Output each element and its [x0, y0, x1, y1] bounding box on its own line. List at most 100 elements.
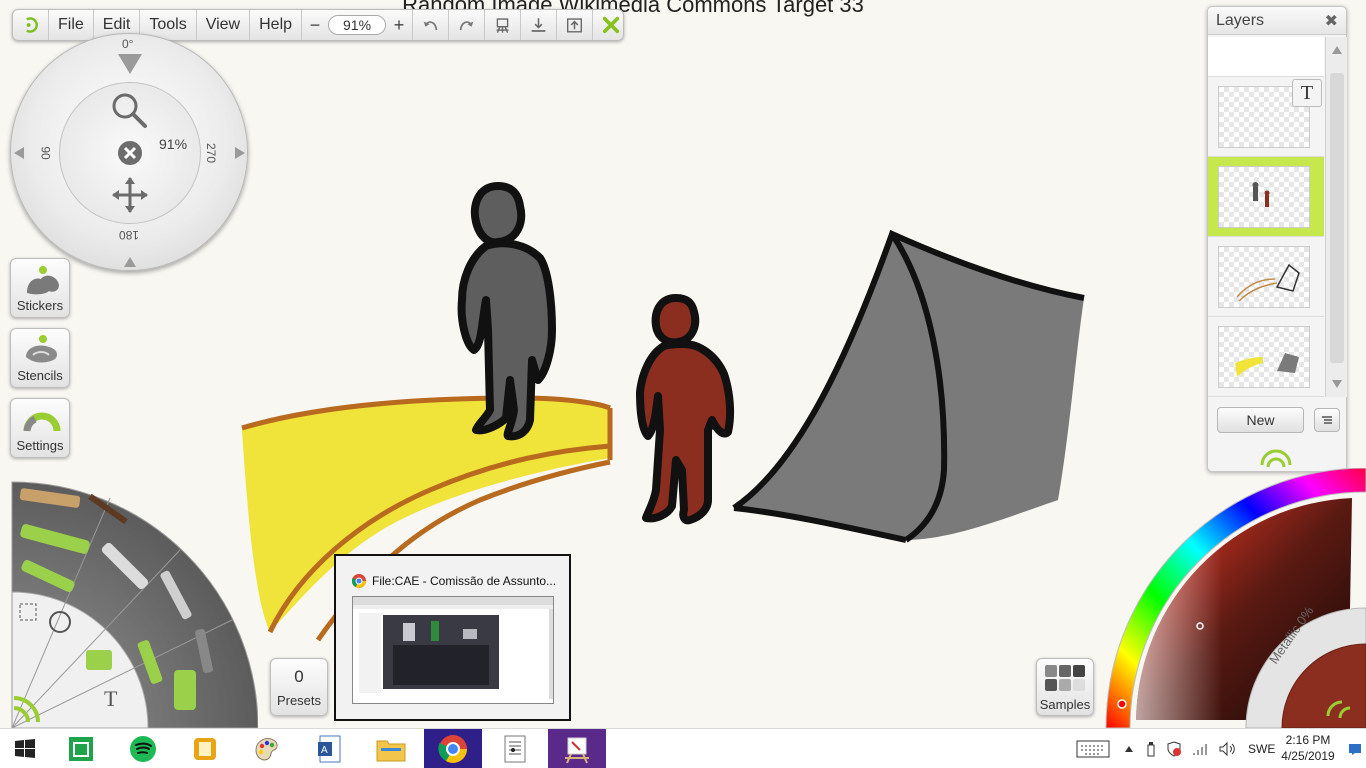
presets-count: 0 — [294, 666, 304, 686]
clock-time: 2:16 PM — [1285, 733, 1331, 747]
zoom-in-button[interactable]: + — [390, 15, 408, 36]
artrage-logo-icon[interactable] — [13, 10, 49, 40]
layer-thumbnail — [1218, 326, 1310, 388]
taskbar-chrome[interactable] — [424, 729, 482, 768]
usb-drive-icon[interactable] — [1146, 741, 1156, 757]
layers-close-icon[interactable]: ✖ — [1325, 11, 1338, 31]
samples-button[interactable]: Samples — [1036, 658, 1094, 716]
new-layer-button[interactable]: New — [1217, 407, 1304, 433]
spotify-icon — [130, 736, 156, 762]
stickers-button[interactable]: Stickers — [10, 258, 70, 318]
stickers-label: Stickers — [16, 298, 64, 313]
import-icon[interactable] — [521, 10, 558, 40]
taskbar-word[interactable]: A — [300, 729, 358, 768]
layers-scrollbar[interactable] — [1325, 37, 1347, 397]
tool-wheel-graphic: T — [11, 481, 258, 728]
tool-wheel[interactable]: T — [0, 470, 258, 728]
stencils-button[interactable]: Stencils — [10, 328, 70, 388]
samples-label: Samples — [1039, 696, 1091, 712]
settings-label: Settings — [16, 438, 64, 453]
input-language[interactable]: SWE — [1248, 742, 1275, 756]
export-icon[interactable] — [557, 10, 594, 40]
layer-row-color[interactable] — [1208, 317, 1324, 397]
hue-cursor — [1117, 699, 1127, 709]
rotation-marker-right-icon — [235, 147, 245, 159]
system-tray: SWE — [1076, 729, 1275, 768]
menu-file[interactable]: File — [49, 10, 94, 40]
easel-icon[interactable] — [485, 10, 522, 40]
pan-move-icon[interactable] — [111, 176, 149, 214]
menu-help[interactable]: Help — [250, 10, 303, 40]
text-layer-badge: T — [1292, 79, 1322, 107]
sticker-spray-icon — [174, 670, 196, 710]
layers-collapse-icon[interactable] — [1258, 447, 1294, 469]
taskbar-store[interactable] — [52, 729, 110, 768]
volume-icon[interactable] — [1218, 741, 1236, 757]
layer-thumbnail — [1218, 246, 1310, 308]
navigation-wheel[interactable]: 0° 90 270 180 91% — [10, 33, 248, 271]
taskbar-notes[interactable] — [176, 729, 234, 768]
color-picker[interactable]: Metallic 0% — [1100, 468, 1366, 728]
rotation-marker-left-icon — [14, 147, 24, 159]
zoom-out-button[interactable]: − — [306, 15, 324, 36]
rotation-handle-top-icon[interactable] — [115, 52, 145, 76]
rotation-degree-right: 270 — [204, 142, 219, 164]
scroll-up-icon[interactable] — [1331, 45, 1343, 55]
notification-center-icon[interactable] — [1348, 742, 1362, 756]
paint-palette-icon — [255, 738, 278, 761]
layers-title: Layers — [1216, 11, 1265, 29]
popup-photo-preview — [383, 615, 499, 689]
taskbar-artrage[interactable] — [548, 729, 606, 768]
taskbar-explorer[interactable] — [362, 729, 420, 768]
color-wheel-graphic[interactable] — [1100, 468, 1366, 728]
start-button[interactable] — [0, 729, 50, 768]
taskbar-spotify[interactable] — [114, 729, 172, 768]
taskbar-thumbnail-popup[interactable]: File:CAE - Comissão de Assunto... — [334, 554, 571, 721]
layers-panel: Layers ✖ T New — [1207, 6, 1347, 472]
stencils-icon — [26, 335, 57, 363]
text-tool-icon: T — [104, 686, 118, 711]
layer-row-text[interactable]: T — [1208, 77, 1324, 157]
reset-view-icon[interactable] — [117, 140, 143, 166]
layer-row-outlines[interactable] — [1208, 237, 1324, 317]
red-person — [636, 293, 735, 525]
file-explorer-icon — [376, 740, 406, 762]
layer-row-people-selected[interactable] — [1208, 157, 1324, 237]
svg-text:A: A — [321, 745, 328, 756]
layer-row-blank[interactable] — [1208, 37, 1324, 77]
wheel-zoom-readout: 91% — [159, 136, 188, 152]
popup-title: File:CAE - Comissão de Assunto... — [372, 574, 557, 588]
samples-swatches-icon — [1045, 664, 1085, 691]
magnifier-icon[interactable] — [109, 90, 149, 130]
settings-button[interactable]: Settings — [10, 398, 70, 458]
chrome-icon — [352, 574, 366, 588]
layer-options-icon[interactable] — [1314, 408, 1340, 432]
menu-view[interactable]: View — [197, 10, 251, 40]
rotation-degree-bottom: 180 — [119, 228, 140, 242]
clock-date: 4/25/2019 — [1281, 749, 1335, 763]
undo-icon[interactable] — [413, 10, 450, 40]
taskbar-paint[interactable] — [238, 729, 296, 768]
security-shield-icon[interactable] — [1166, 741, 1182, 757]
zoom-value-field[interactable]: 91% — [328, 15, 387, 35]
sheet-music-icon — [504, 735, 526, 763]
popup-page-preview[interactable] — [352, 596, 554, 704]
layers-scroll-thumb[interactable] — [1330, 73, 1344, 363]
taskbar-music-sheet[interactable] — [486, 729, 544, 768]
paint-tube-icon — [86, 650, 112, 670]
windows-taskbar: A SWE 2:16 PM 4/25/2019 — [0, 728, 1366, 768]
artrage-easel-icon — [565, 737, 589, 764]
signal-strength-icon[interactable] — [1192, 742, 1210, 756]
close-x-icon[interactable] — [593, 10, 629, 40]
presets-label: Presets — [276, 692, 322, 708]
redo-icon[interactable] — [449, 10, 486, 40]
touch-keyboard-icon[interactable] — [1076, 738, 1110, 760]
store-icon — [69, 737, 93, 761]
tray-overflow-icon[interactable] — [1124, 745, 1134, 753]
grey-tent — [732, 229, 1085, 543]
presets-button[interactable]: 0 Presets — [270, 658, 328, 716]
notes-icon — [194, 738, 216, 760]
scroll-down-icon[interactable] — [1331, 379, 1343, 389]
layer-thumbnail — [1218, 166, 1310, 228]
taskbar-clock[interactable]: 2:16 PM 4/25/2019 — [1276, 732, 1340, 764]
